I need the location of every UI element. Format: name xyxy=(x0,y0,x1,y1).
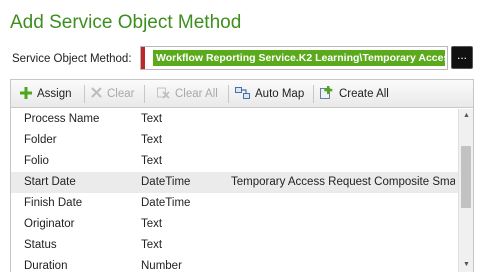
clear-x-icon xyxy=(91,87,102,99)
row-type: Text xyxy=(141,218,163,230)
table-row[interactable]: Folder Text xyxy=(11,130,458,151)
scroll-down-icon[interactable]: ▼ xyxy=(459,258,474,272)
row-name: Finish Date xyxy=(24,197,83,209)
mapping-grid: Process Name Text Folder Text Folio Text… xyxy=(11,109,473,272)
table-row[interactable]: Originator Text xyxy=(11,214,458,235)
clear-button[interactable]: Clear xyxy=(91,80,134,108)
clear-all-label: Clear All xyxy=(175,88,218,100)
create-all-icon xyxy=(320,86,333,100)
row-name: Start Date xyxy=(24,176,76,188)
row-type: Number xyxy=(141,260,182,272)
scrollbar-thumb[interactable] xyxy=(461,146,471,208)
required-marker xyxy=(141,47,145,69)
clear-all-button[interactable]: Clear All xyxy=(157,80,218,108)
dialog-title: Add Service Object Method xyxy=(10,12,242,33)
row-type: Text xyxy=(141,113,163,125)
table-row[interactable]: Process Name Text xyxy=(11,109,458,130)
row-type: Text xyxy=(141,239,163,251)
row-type: Text xyxy=(141,134,163,146)
clear-all-icon xyxy=(157,87,170,99)
service-object-method-value: Workflow Reporting Service.K2 Learning\T… xyxy=(153,50,445,66)
assign-button[interactable]: Assign xyxy=(20,80,72,108)
toolbar: Assign Clear Clear All Auto Map Create A… xyxy=(11,80,473,108)
plus-icon xyxy=(20,86,32,99)
row-name: Originator xyxy=(24,218,75,230)
toolbar-separator xyxy=(144,85,145,103)
browse-button[interactable]: ... xyxy=(451,46,473,69)
auto-map-button[interactable]: Auto Map xyxy=(235,80,304,108)
toolbar-separator xyxy=(84,85,85,103)
auto-map-icon xyxy=(235,86,250,99)
auto-map-label: Auto Map xyxy=(255,88,305,100)
row-type: Text xyxy=(141,155,163,167)
row-name: Process Name xyxy=(24,113,100,125)
table-row[interactable]: Finish Date DateTime xyxy=(11,193,458,214)
toolbar-separator xyxy=(228,85,229,103)
row-name: Folio xyxy=(24,155,49,167)
table-row-selected[interactable]: Start Date DateTime Temporary Access Req… xyxy=(11,172,458,193)
toolbar-separator xyxy=(313,85,314,103)
row-name: Duration xyxy=(24,260,68,272)
service-object-method-label: Service Object Method: xyxy=(12,53,132,65)
assign-label: Assign xyxy=(37,88,72,100)
table-row[interactable]: Duration Number xyxy=(11,256,458,272)
table-row[interactable]: Status Text xyxy=(11,235,458,256)
mapping-panel: Assign Clear Clear All Auto Map Create A… xyxy=(10,79,474,272)
table-row[interactable]: Folio Text xyxy=(11,151,458,172)
create-all-label: Create All xyxy=(339,88,389,100)
row-name: Status xyxy=(24,239,57,251)
row-type: DateTime xyxy=(141,176,191,188)
scroll-up-icon[interactable]: ▲ xyxy=(459,109,474,123)
row-mapping: Temporary Access Request Composite Smart… xyxy=(231,176,455,188)
service-object-method-field[interactable]: Workflow Reporting Service.K2 Learning\T… xyxy=(140,46,448,70)
row-name: Folder xyxy=(24,134,57,146)
clear-label: Clear xyxy=(107,88,135,100)
row-type: DateTime xyxy=(141,197,191,209)
vertical-scrollbar[interactable]: ▲ ▼ xyxy=(458,109,473,272)
create-all-button[interactable]: Create All xyxy=(320,80,389,108)
